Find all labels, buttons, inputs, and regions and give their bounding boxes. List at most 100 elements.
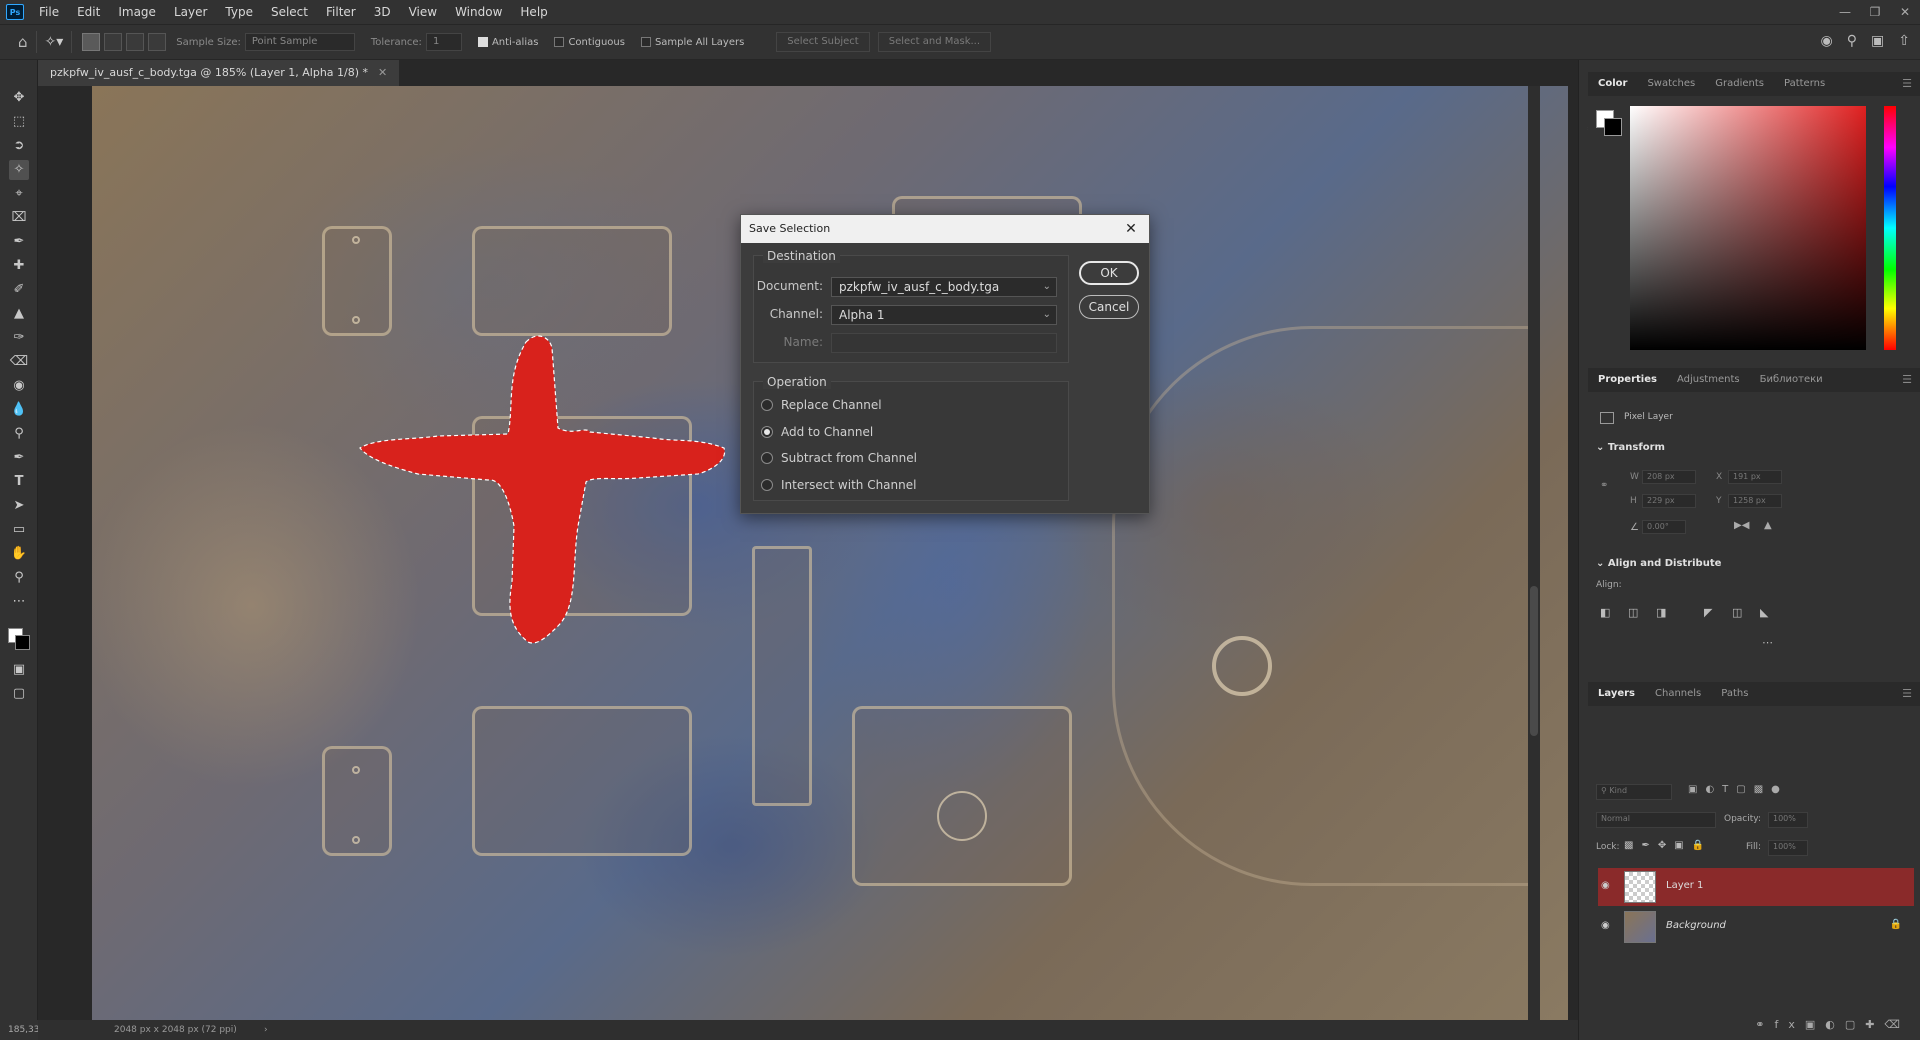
sample-size-select[interactable]: Point Sample: [244, 33, 355, 51]
panel-menu-icon[interactable]: ☰: [1902, 72, 1912, 96]
clone-stamp-icon[interactable]: ▲: [9, 304, 29, 324]
ok-button[interactable]: OK: [1079, 261, 1139, 285]
menu-select[interactable]: Select: [262, 0, 317, 24]
flip-horizontal-icon[interactable]: ▶◀: [1734, 520, 1749, 531]
background-swatch[interactable]: [1604, 118, 1622, 136]
healing-brush-icon[interactable]: ✚: [9, 256, 29, 276]
document-tab[interactable]: pzkpfw_iv_ausf_c_body.tga @ 185% (Layer …: [38, 60, 400, 86]
close-window-icon[interactable]: ✕: [1890, 0, 1920, 24]
scroll-thumb[interactable]: [1530, 586, 1538, 736]
add-selection-button[interactable]: [104, 33, 123, 51]
search-icon[interactable]: ⚲: [1847, 33, 1857, 49]
align-center-icon[interactable]: ◫: [1628, 606, 1638, 619]
quick-mask-icon[interactable]: ▣: [9, 660, 29, 680]
more-tools-icon[interactable]: ⋯: [9, 592, 29, 612]
eraser-tool-icon[interactable]: ⌫: [9, 352, 29, 372]
menu-edit[interactable]: Edit: [68, 0, 109, 24]
blur-tool-icon[interactable]: 💧: [9, 400, 29, 420]
pen-tool-icon[interactable]: ✒: [9, 448, 29, 468]
name-field[interactable]: [831, 333, 1057, 353]
menu-window[interactable]: Window: [446, 0, 511, 24]
intersect-with-channel-radio[interactable]: [761, 479, 773, 491]
hue-slider[interactable]: [1884, 106, 1896, 350]
y-field[interactable]: 1258 px: [1728, 494, 1782, 508]
sample-all-layers-toggle[interactable]: Sample All Layers: [640, 37, 744, 48]
align-top-icon[interactable]: ◤: [1704, 606, 1712, 619]
lasso-tool-icon[interactable]: ➲: [9, 136, 29, 156]
status-arrow-icon[interactable]: ›: [264, 1020, 268, 1040]
menu-filter[interactable]: Filter: [317, 0, 365, 24]
home-icon[interactable]: ⌂: [18, 33, 28, 51]
flip-vertical-icon[interactable]: ▲: [1764, 520, 1772, 531]
tolerance-input[interactable]: 1: [425, 33, 462, 51]
align-middle-icon[interactable]: ◫: [1732, 606, 1742, 619]
fill-field[interactable]: 100%: [1768, 840, 1808, 856]
share-icon[interactable]: ⇧: [1898, 33, 1910, 49]
add-to-channel-radio[interactable]: [761, 426, 773, 438]
magic-wand-preset-icon[interactable]: ✧▾: [45, 34, 64, 50]
hand-tool-icon[interactable]: ✋: [9, 544, 29, 564]
align-left-icon[interactable]: ◧: [1600, 606, 1610, 619]
menu-help[interactable]: Help: [511, 0, 556, 24]
frame-tool-icon[interactable]: ⌧: [9, 208, 29, 228]
menu-layer[interactable]: Layer: [165, 0, 216, 24]
panel-menu-icon[interactable]: ☰: [1902, 682, 1912, 706]
anti-alias-toggle[interactable]: Anti-alias: [477, 37, 538, 48]
eye-icon[interactable]: ◉: [1601, 920, 1610, 931]
document-dropdown[interactable]: pzkpfw_iv_ausf_c_body.tga ⌄: [831, 277, 1057, 297]
marquee-tool-icon[interactable]: ⬚: [9, 112, 29, 132]
tab-gradients[interactable]: Gradients: [1705, 72, 1774, 96]
tab-layers[interactable]: Layers: [1588, 682, 1645, 706]
menu-3d[interactable]: 3D: [365, 0, 400, 24]
w-field[interactable]: 208 px: [1642, 470, 1696, 484]
type-tool-icon[interactable]: T: [9, 472, 29, 492]
tab-adjustments[interactable]: Adjustments: [1667, 368, 1750, 392]
cancel-button[interactable]: Cancel: [1079, 295, 1139, 319]
filter-icons[interactable]: ▣◐T▢▩●: [1688, 784, 1788, 795]
close-icon[interactable]: ✕: [1121, 219, 1141, 239]
select-and-mask-button[interactable]: Select and Mask...: [877, 32, 992, 52]
menu-file[interactable]: File: [30, 0, 68, 24]
layer-footer-icons[interactable]: ⚭fx▣◐▢✚⌫: [1755, 1018, 1910, 1031]
align-right-icon[interactable]: ◨: [1656, 606, 1666, 619]
menu-image[interactable]: Image: [109, 0, 165, 24]
magic-wand-tool-icon[interactable]: ✧: [9, 160, 29, 180]
lock-icons[interactable]: ▩✒✥▣🔒: [1624, 840, 1712, 851]
subtract-selection-button[interactable]: [126, 33, 145, 51]
tab-libraries[interactable]: Библиотеки: [1750, 368, 1833, 392]
align-distribute-header[interactable]: ⌄ Align and Distribute: [1596, 558, 1721, 569]
align-bottom-icon[interactable]: ◣: [1760, 606, 1768, 619]
move-tool-icon[interactable]: ✥: [9, 88, 29, 108]
dodge-tool-icon[interactable]: ⚲: [9, 424, 29, 444]
path-selection-icon[interactable]: ➤: [9, 496, 29, 516]
tab-swatches[interactable]: Swatches: [1637, 72, 1705, 96]
menu-view[interactable]: View: [400, 0, 446, 24]
layer-row-background[interactable]: ◉ Background 🔒: [1598, 908, 1914, 946]
more-options-icon[interactable]: ⋯: [1762, 636, 1773, 649]
contiguous-toggle[interactable]: Contiguous: [554, 37, 625, 48]
transform-header[interactable]: ⌄ Transform: [1596, 442, 1665, 453]
tab-patterns[interactable]: Patterns: [1774, 72, 1835, 96]
h-field[interactable]: 229 px: [1642, 494, 1696, 508]
menu-type[interactable]: Type: [216, 0, 262, 24]
new-selection-button[interactable]: [82, 33, 101, 51]
background-color-swatch[interactable]: [15, 635, 30, 650]
paint-bucket-icon[interactable]: ◉: [9, 376, 29, 396]
x-field[interactable]: 191 px: [1728, 470, 1782, 484]
rectangle-tool-icon[interactable]: ▭: [9, 520, 29, 540]
panel-menu-icon[interactable]: ☰: [1902, 368, 1912, 392]
replace-channel-radio[interactable]: [761, 399, 773, 411]
channel-dropdown[interactable]: Alpha 1 ⌄: [831, 305, 1057, 325]
intersect-selection-button[interactable]: [148, 33, 167, 51]
tab-paths[interactable]: Paths: [1711, 682, 1758, 706]
blend-mode-select[interactable]: Normal: [1596, 812, 1716, 828]
restore-icon[interactable]: ❐: [1860, 0, 1890, 24]
zoom-tool-icon[interactable]: ⚲: [9, 568, 29, 588]
learn-icon[interactable]: ◉: [1821, 33, 1833, 49]
angle-field[interactable]: 0.00°: [1642, 520, 1686, 534]
color-picker-field[interactable]: [1630, 106, 1866, 350]
history-brush-icon[interactable]: ✑: [9, 328, 29, 348]
select-subject-button[interactable]: Select Subject: [776, 32, 870, 52]
close-tab-icon[interactable]: ✕: [378, 66, 387, 79]
vertical-scrollbar[interactable]: [1528, 86, 1540, 1020]
